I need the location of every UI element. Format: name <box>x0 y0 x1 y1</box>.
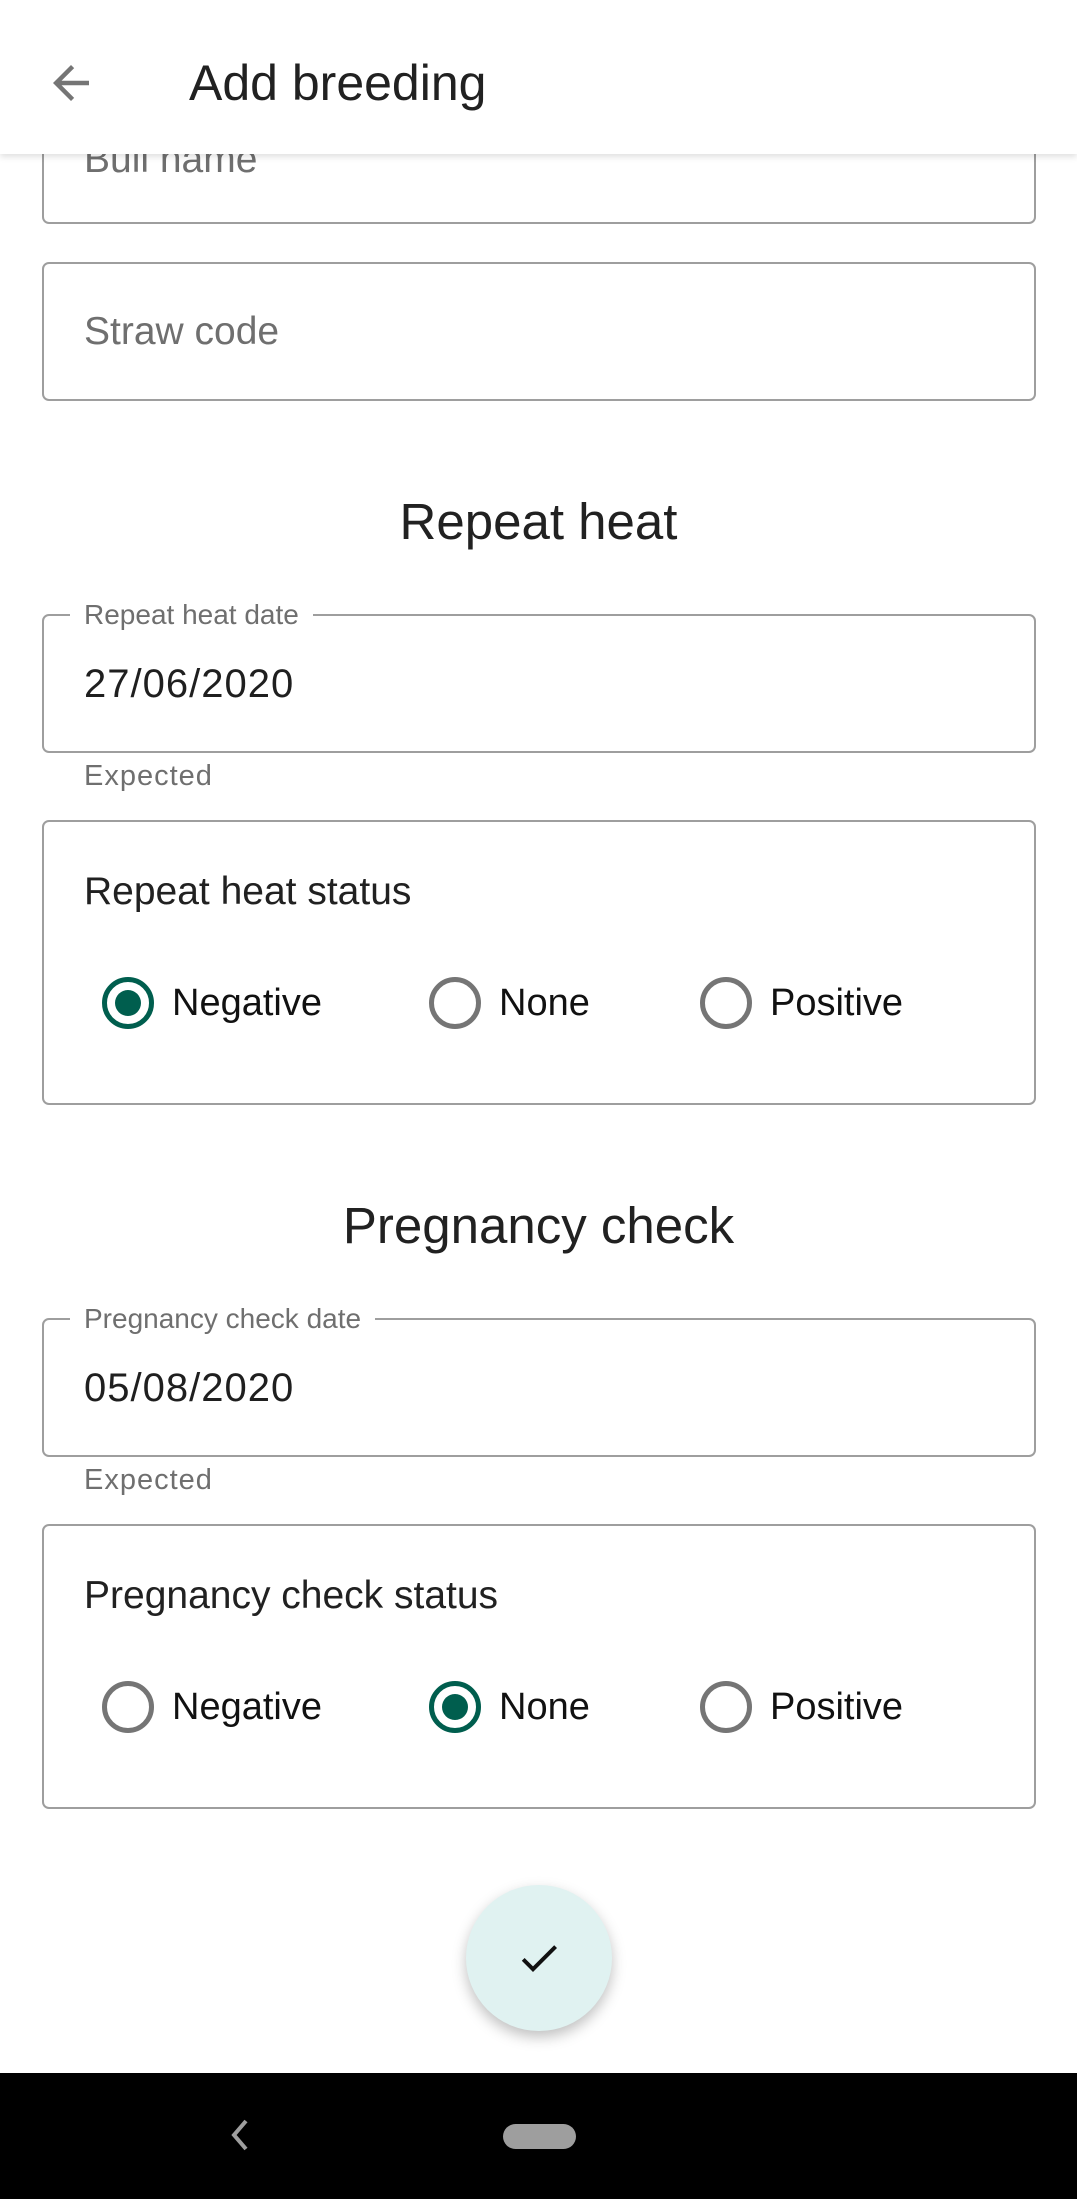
radio-checked-icon <box>102 977 154 1029</box>
nav-back-icon[interactable] <box>228 2117 252 2153</box>
repeat-heat-status-group: Repeat heat status Negative None Positiv… <box>42 820 1036 1105</box>
pregnancy-check-date-value: 05/08/2020 <box>84 1366 295 1410</box>
repeat-heat-radio-none[interactable]: None <box>429 977 590 1029</box>
pregnancy-check-status-group: Pregnancy check status Negative None Pos… <box>42 1524 1036 1809</box>
pregnancy-radio-negative[interactable]: Negative <box>102 1681 322 1733</box>
pregnancy-radio-none[interactable]: None <box>429 1681 590 1733</box>
repeat-heat-status-title: Repeat heat status <box>84 870 412 913</box>
page-title: Add breeding <box>189 55 487 111</box>
radio-unchecked-icon <box>102 1681 154 1733</box>
radio-label: None <box>499 981 590 1024</box>
radio-unchecked-icon <box>700 977 752 1029</box>
pregnancy-check-heading: Pregnancy check <box>342 1197 735 1254</box>
straw-code-input[interactable]: Straw code <box>42 262 1036 401</box>
radio-label: Negative <box>172 1685 322 1728</box>
pregnancy-check-date-label: Pregnancy check date <box>70 1303 376 1335</box>
app-bar: Add breeding <box>0 0 1077 154</box>
pregnancy-check-status-title: Pregnancy check status <box>84 1574 499 1617</box>
radio-unchecked-icon <box>429 977 481 1029</box>
radio-label: Positive <box>770 1685 904 1728</box>
radio-label: Positive <box>770 981 904 1024</box>
arrow-back-icon[interactable] <box>44 56 98 110</box>
straw-code-placeholder: Straw code <box>84 310 280 353</box>
radio-label: None <box>499 1685 590 1728</box>
repeat-heat-radio-negative[interactable]: Negative <box>102 977 322 1029</box>
repeat-heat-date-field[interactable]: Repeat heat date 27/06/2020 <box>42 599 1036 753</box>
repeat-heat-heading: Repeat heat <box>399 493 678 550</box>
pregnancy-check-date-field[interactable]: Pregnancy check date 05/08/2020 <box>42 1303 1036 1457</box>
pregnancy-radio-positive[interactable]: Positive <box>700 1681 903 1733</box>
repeat-heat-date-value: 27/06/2020 <box>84 662 295 706</box>
radio-label: Negative <box>172 981 322 1024</box>
repeat-heat-helper: Expected <box>84 760 213 792</box>
check-icon <box>521 1945 557 1972</box>
radio-checked-icon <box>429 1681 481 1733</box>
pregnancy-check-helper: Expected <box>84 1464 213 1496</box>
home-pill[interactable] <box>503 2124 576 2149</box>
repeat-heat-radio-positive[interactable]: Positive <box>700 977 903 1029</box>
radio-unchecked-icon <box>700 1681 752 1733</box>
repeat-heat-date-label: Repeat heat date <box>70 599 313 631</box>
save-fab-button[interactable] <box>466 1885 612 2031</box>
system-nav-bar <box>0 2073 1077 2199</box>
